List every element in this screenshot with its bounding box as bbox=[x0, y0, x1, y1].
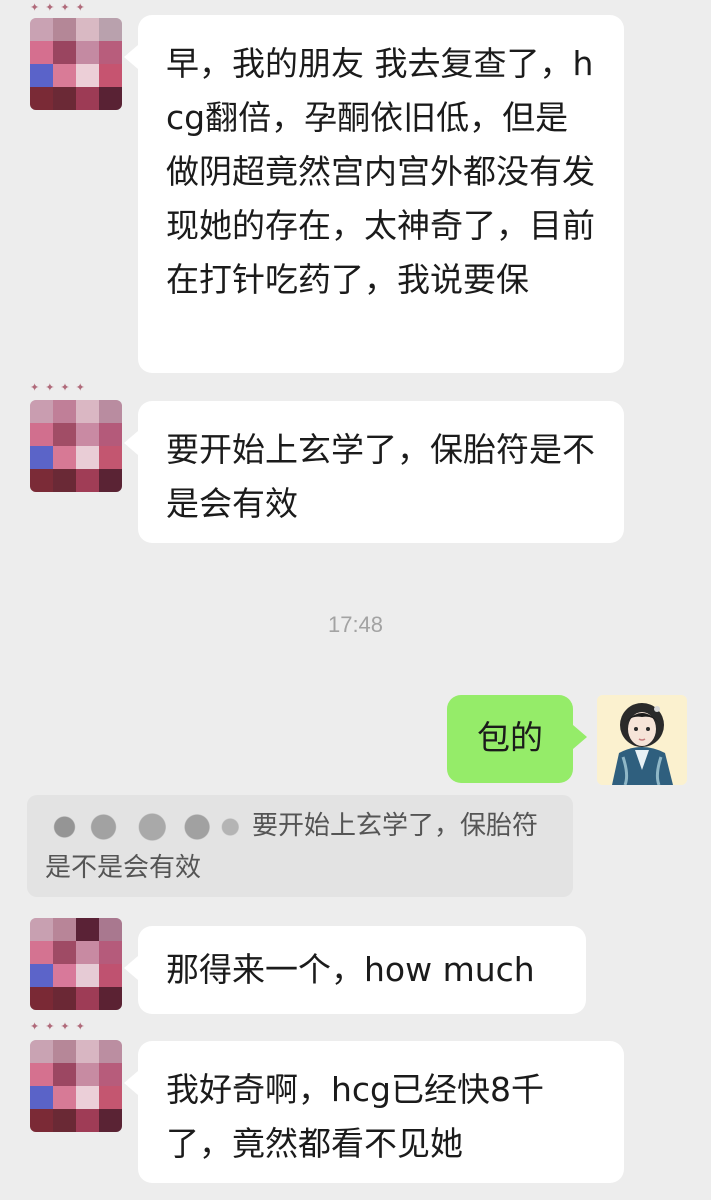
pixelated-avatar-icon bbox=[30, 1040, 122, 1132]
quoted-reply[interactable]: 要开始上玄学了，保胎符是不是会有效 bbox=[27, 795, 573, 897]
self-avatar[interactable] bbox=[597, 695, 687, 785]
message-bubble[interactable]: 我好奇啊，hcg已经快8千了，竟然都看不见她 bbox=[124, 1041, 624, 1183]
anime-character-avatar-icon bbox=[597, 695, 687, 785]
message-text: 要开始上玄学了，保胎符是不是会有效 bbox=[166, 430, 595, 523]
message-bubble[interactable]: 早，我的朋友 我去复查了，hcg翻倍，孕酮依旧低，但是做阴超竟然宫内宫外都没有发… bbox=[124, 15, 624, 373]
message-text: 那得来一个，how much bbox=[166, 950, 535, 989]
avatar-decoration: ✦✦✦✦ bbox=[30, 1020, 91, 1033]
avatar-decoration: ✦✦✦✦ bbox=[30, 381, 91, 394]
message-bubble[interactable]: 要开始上玄学了，保胎符是不是会有效 bbox=[124, 401, 624, 543]
message-timestamp: 17:48 bbox=[327, 612, 384, 637]
message-text: 包的 bbox=[477, 718, 543, 757]
pixelated-avatar-icon bbox=[30, 918, 122, 1010]
pixelated-avatar-icon bbox=[30, 18, 122, 110]
blurred-sender-name bbox=[45, 810, 240, 843]
outgoing-message-bubble[interactable]: 包的 bbox=[447, 695, 587, 783]
contact-avatar[interactable] bbox=[30, 918, 122, 1010]
message-text: 我好奇啊，hcg已经快8千了，竟然都看不见她 bbox=[166, 1070, 545, 1163]
pixelated-avatar-icon bbox=[30, 400, 122, 492]
avatar-decoration: ✦✦✦✦ bbox=[30, 1, 91, 14]
chat-view: ✦✦✦✦ 早，我的朋友 我去复查了，hcg翻倍，孕酮依旧低，但是做阴超竟然宫内宫… bbox=[0, 0, 711, 1200]
message-text: 早，我的朋友 我去复查了，hcg翻倍，孕酮依旧低，但是做阴超竟然宫内宫外都没有发… bbox=[166, 44, 595, 299]
contact-avatar[interactable] bbox=[30, 18, 122, 110]
contact-avatar[interactable] bbox=[30, 1040, 122, 1132]
contact-avatar[interactable] bbox=[30, 400, 122, 492]
message-bubble[interactable]: 那得来一个，how much bbox=[124, 926, 586, 1014]
